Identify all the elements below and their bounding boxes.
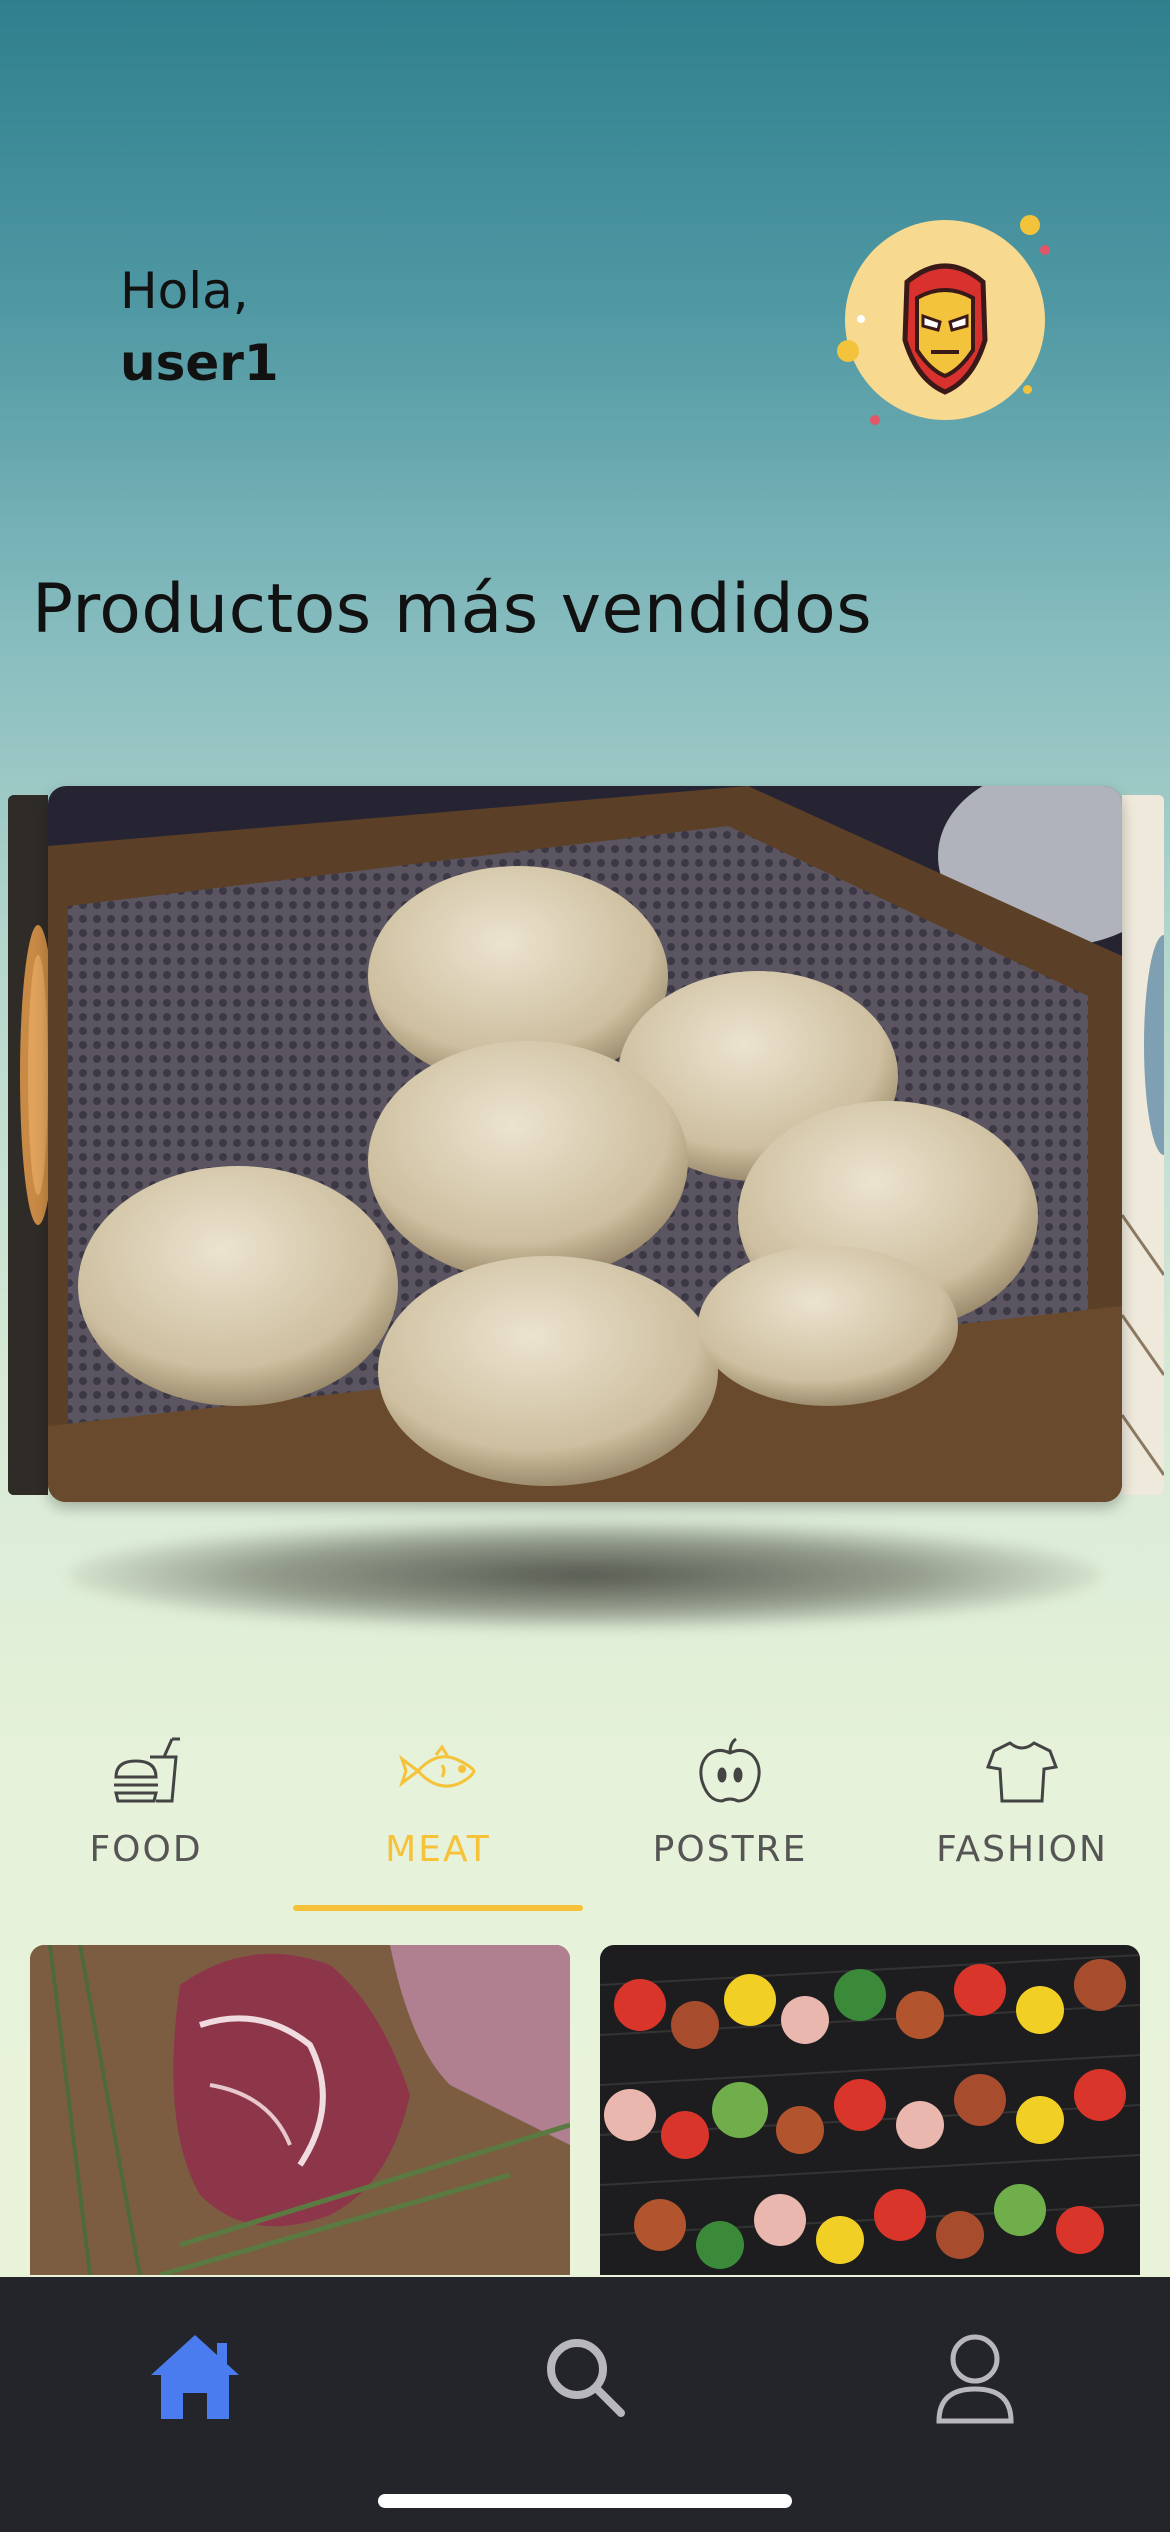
avatar-decoration bbox=[837, 340, 859, 362]
carousel-prev-card[interactable] bbox=[8, 795, 48, 1495]
nav-home[interactable] bbox=[135, 2317, 255, 2437]
category-tabs: FOOD MEAT POSTRE FASHION bbox=[0, 1735, 1170, 1915]
avatar-decoration bbox=[857, 315, 865, 323]
username: user1 bbox=[120, 334, 279, 392]
tab-food[interactable]: FOOD bbox=[0, 1735, 292, 1895]
grilled-skewers-image bbox=[600, 1945, 1140, 2275]
profile-icon bbox=[936, 2334, 1014, 2424]
tab-meat[interactable]: MEAT bbox=[292, 1735, 584, 1895]
avatar-decoration bbox=[1020, 215, 1040, 235]
raw-steak-image bbox=[30, 1945, 570, 2275]
tab-meat-label: MEAT bbox=[385, 1829, 491, 1870]
product-card[interactable] bbox=[600, 1945, 1140, 2275]
tab-postre-label: POSTRE bbox=[652, 1829, 808, 1870]
tab-fashion[interactable]: FASHION bbox=[876, 1735, 1168, 1895]
greeting-block: Hola, user1 bbox=[120, 255, 279, 399]
nav-profile[interactable] bbox=[915, 2317, 1035, 2437]
carousel-main-card[interactable] bbox=[48, 786, 1122, 1502]
tab-fashion-label: FASHION bbox=[936, 1829, 1108, 1870]
nav-search[interactable] bbox=[525, 2317, 645, 2437]
avatar-decoration bbox=[870, 415, 880, 425]
avatar-decoration bbox=[1040, 245, 1050, 255]
home-icon bbox=[151, 2335, 239, 2419]
greeting-text: Hola, bbox=[120, 262, 249, 320]
carousel-shadow bbox=[70, 1520, 1100, 1630]
tab-postre[interactable]: POSTRE bbox=[584, 1735, 876, 1895]
section-title: Productos más vendidos bbox=[32, 570, 873, 649]
fast-food-icon bbox=[114, 1737, 180, 1803]
fish-icon bbox=[399, 1744, 476, 1788]
product-card[interactable] bbox=[30, 1945, 570, 2275]
active-tab-indicator bbox=[293, 1905, 583, 1911]
iron-man-helmet-icon bbox=[902, 263, 988, 395]
apple-icon bbox=[699, 1737, 761, 1803]
tab-food-label: FOOD bbox=[89, 1829, 203, 1870]
avatar[interactable] bbox=[837, 215, 1050, 425]
t-shirt-icon bbox=[985, 1741, 1059, 1803]
steamed-dumplings-image bbox=[48, 786, 1122, 1502]
home-indicator bbox=[378, 2494, 792, 2508]
avatar-decoration bbox=[1023, 385, 1032, 394]
carousel-next-card[interactable] bbox=[1122, 795, 1164, 1495]
search-icon bbox=[547, 2339, 625, 2417]
